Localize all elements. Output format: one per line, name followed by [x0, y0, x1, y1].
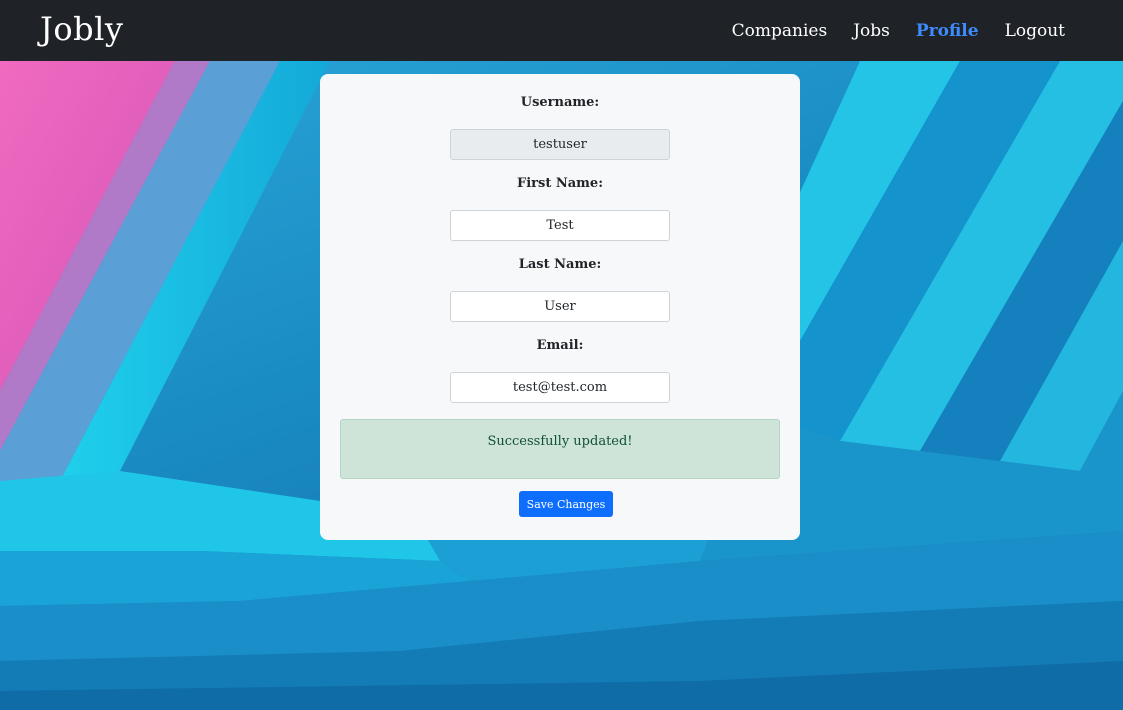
username-input[interactable]: testuser	[450, 129, 670, 160]
first-name-input[interactable]: Test	[450, 210, 670, 241]
username-field-group: Username: testuser	[340, 94, 780, 160]
nav-link-profile[interactable]: Profile	[916, 21, 979, 41]
top-navbar: Jobly Companies Jobs Profile Logout	[0, 0, 1123, 61]
username-label: Username:	[520, 95, 600, 110]
nav-links: Companies Jobs Profile Logout	[732, 21, 1065, 41]
email-label: Email:	[536, 338, 584, 353]
first-name-label: First Name:	[517, 176, 603, 191]
last-name-label: Last Name:	[518, 257, 602, 272]
nav-link-logout[interactable]: Logout	[1005, 21, 1065, 41]
last-name-field-group: Last Name: User	[340, 256, 780, 322]
save-changes-button[interactable]: Save Changes	[518, 491, 614, 517]
first-name-field-group: First Name: Test	[340, 175, 780, 241]
email-input[interactable]: test@test.com	[450, 372, 670, 403]
nav-link-companies[interactable]: Companies	[732, 21, 828, 41]
success-alert: Successfully updated!	[340, 419, 780, 479]
button-row: Save Changes	[340, 491, 780, 517]
nav-link-jobs[interactable]: Jobs	[853, 21, 890, 41]
profile-form-card: Username: testuser First Name: Test Last…	[320, 74, 800, 540]
last-name-input[interactable]: User	[450, 291, 670, 322]
brand-logo[interactable]: Jobly	[40, 10, 123, 48]
email-field-group: Email: test@test.com	[340, 337, 780, 403]
